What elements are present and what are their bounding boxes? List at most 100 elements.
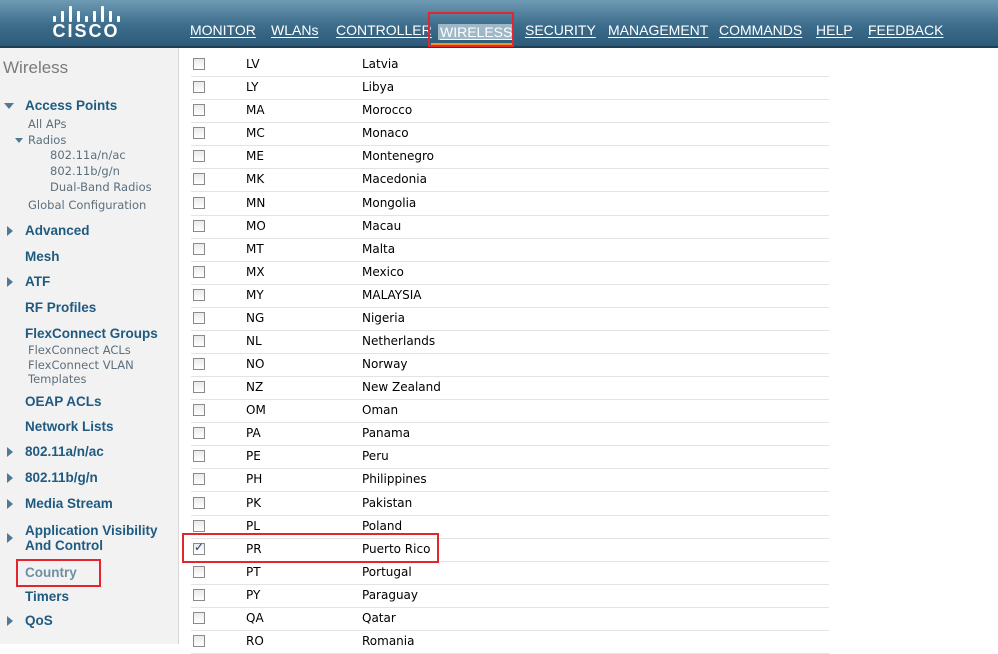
nav-controller[interactable]: CONTROLLER <box>336 22 432 38</box>
sidebar-item-flexconnect-vlan-templates[interactable]: FlexConnect VLAN <box>28 358 134 372</box>
country-code: NO <box>246 357 265 371</box>
country-name: Panama <box>362 426 411 441</box>
expand-right-icon[interactable] <box>7 533 13 543</box>
sidebar-item-radio-80211b[interactable]: 802.11b/g/n <box>50 164 120 178</box>
nav-help[interactable]: HELP <box>816 22 853 38</box>
table-row: MC Monaco <box>191 122 829 147</box>
table-row: PT Portugal <box>191 561 829 585</box>
table-row: MT Malta <box>191 238 829 262</box>
sidebar: Wireless Access Points All APs Radios 80… <box>0 48 179 644</box>
sidebar-title: Wireless <box>3 58 69 77</box>
country-checkbox[interactable] <box>193 588 205 601</box>
country-checkbox[interactable] <box>193 358 205 370</box>
country-name: Macau <box>362 218 402 233</box>
country-highlight-box <box>16 559 101 587</box>
expand-down-icon[interactable] <box>4 103 14 109</box>
cisco-logo-text: CISCO <box>52 21 120 41</box>
country-code: OM <box>246 403 266 418</box>
nav-security[interactable]: SECURITY <box>525 22 596 38</box>
sidebar-item-advanced[interactable]: Advanced <box>25 223 90 238</box>
expand-right-icon[interactable] <box>7 616 13 626</box>
sidebar-item-radio-80211a[interactable]: 802.11a/n/ac <box>50 148 126 162</box>
country-checkbox[interactable] <box>193 450 205 463</box>
country-checkbox[interactable] <box>193 611 205 624</box>
sidebar-item-dual-band-radios[interactable]: Dual-Band Radios <box>50 180 152 194</box>
country-code: ME <box>246 149 264 164</box>
country-name: MALAYSIA <box>362 287 422 302</box>
sidebar-item-application-visibility-line2[interactable]: And Control <box>25 538 103 553</box>
country-checkbox[interactable] <box>193 265 205 278</box>
nav-management[interactable]: MANAGEMENT <box>608 22 708 38</box>
sidebar-item-80211b[interactable]: 802.11b/g/n <box>25 470 98 485</box>
country-checkbox[interactable] <box>193 58 205 70</box>
sidebar-item-network-lists[interactable]: Network Lists <box>25 419 114 434</box>
sidebar-item-global-configuration[interactable]: Global Configuration <box>28 198 146 212</box>
country-table: LV Latvia LY Libya MA Morocco MC Monaco ME Monten… <box>179 48 998 654</box>
table-row: PK Pakistan <box>191 492 829 516</box>
sidebar-item-radios[interactable]: Radios <box>28 133 66 147</box>
country-name: Paraguay <box>362 587 419 602</box>
country-code: MT <box>246 241 264 256</box>
sidebar-item-flexconnect-vlan-templates-line2[interactable]: Templates <box>28 372 86 386</box>
table-row: PA Panama <box>191 422 829 447</box>
sidebar-item-application-visibility[interactable]: Application Visibility <box>25 523 158 538</box>
country-checkbox[interactable] <box>193 104 205 117</box>
table-row: PY Paraguay <box>191 584 829 608</box>
country-checkbox[interactable] <box>193 288 205 301</box>
table-row: MN Mongolia <box>191 192 829 216</box>
country-checkbox[interactable] <box>193 150 205 163</box>
country-name: Morocco <box>362 103 413 118</box>
country-checkbox[interactable] <box>193 173 205 186</box>
country-checkbox[interactable] <box>193 311 205 324</box>
expand-right-icon[interactable] <box>7 447 13 457</box>
sidebar-item-media-stream[interactable]: Media Stream <box>25 496 113 511</box>
expand-right-icon[interactable] <box>7 277 13 287</box>
country-checkbox[interactable] <box>193 427 205 440</box>
expand-right-icon[interactable] <box>7 473 13 483</box>
cisco-logo-bars-icon <box>50 2 120 22</box>
sidebar-item-access-points[interactable]: Access Points <box>25 98 117 113</box>
sidebar-item-80211a[interactable]: 802.11a/n/ac <box>25 444 104 459</box>
nav-monitor[interactable]: MONITOR <box>190 22 256 38</box>
country-name: Libya <box>362 80 395 95</box>
puerto-rico-highlight-box <box>182 533 439 563</box>
country-code: RO <box>246 634 264 648</box>
country-name: Romania <box>362 634 415 648</box>
sidebar-item-flexconnect-acls[interactable]: FlexConnect ACLs <box>28 343 131 357</box>
table-row: MX Mexico <box>191 261 829 285</box>
sidebar-item-oeap-acls[interactable]: OEAP ACLs <box>25 394 102 409</box>
sidebar-item-all-aps[interactable]: All APs <box>28 117 67 131</box>
sidebar-item-timers[interactable]: Timers <box>25 589 69 604</box>
sidebar-item-qos[interactable]: QoS <box>25 613 53 628</box>
wireless-tab-highlight-box <box>428 12 514 47</box>
country-checkbox[interactable] <box>193 242 205 255</box>
nav-commands[interactable]: COMMANDS <box>719 22 802 38</box>
sidebar-item-rf-profiles[interactable]: RF Profiles <box>25 300 96 315</box>
country-checkbox[interactable] <box>193 565 205 578</box>
sidebar-item-mesh[interactable]: Mesh <box>25 249 60 264</box>
country-checkbox[interactable] <box>193 473 205 486</box>
country-code: MY <box>246 287 264 302</box>
country-checkbox[interactable] <box>193 381 205 394</box>
nav-wlans[interactable]: WLANs <box>271 22 318 38</box>
country-checkbox[interactable] <box>193 127 205 140</box>
table-row: NG Nigeria <box>191 307 829 331</box>
country-code: NZ <box>246 380 264 395</box>
country-checkbox[interactable] <box>193 196 205 209</box>
country-code: QA <box>246 610 264 625</box>
country-checkbox[interactable] <box>193 335 205 347</box>
expand-right-icon[interactable] <box>7 499 13 509</box>
sidebar-item-flexconnect-groups[interactable]: FlexConnect Groups <box>25 326 158 341</box>
nav-feedback[interactable]: FEEDBACK <box>868 22 943 38</box>
country-name: Mexico <box>362 264 404 279</box>
country-checkbox[interactable] <box>193 496 205 509</box>
country-checkbox[interactable] <box>193 519 205 532</box>
table-row: QA Qatar <box>191 607 829 631</box>
country-checkbox[interactable] <box>193 219 205 232</box>
sidebar-item-atf[interactable]: ATF <box>25 274 50 289</box>
expand-down-icon[interactable] <box>15 138 23 143</box>
country-checkbox[interactable] <box>193 635 205 647</box>
country-checkbox[interactable] <box>193 404 205 417</box>
expand-right-icon[interactable] <box>7 226 13 236</box>
country-checkbox[interactable] <box>193 81 205 94</box>
